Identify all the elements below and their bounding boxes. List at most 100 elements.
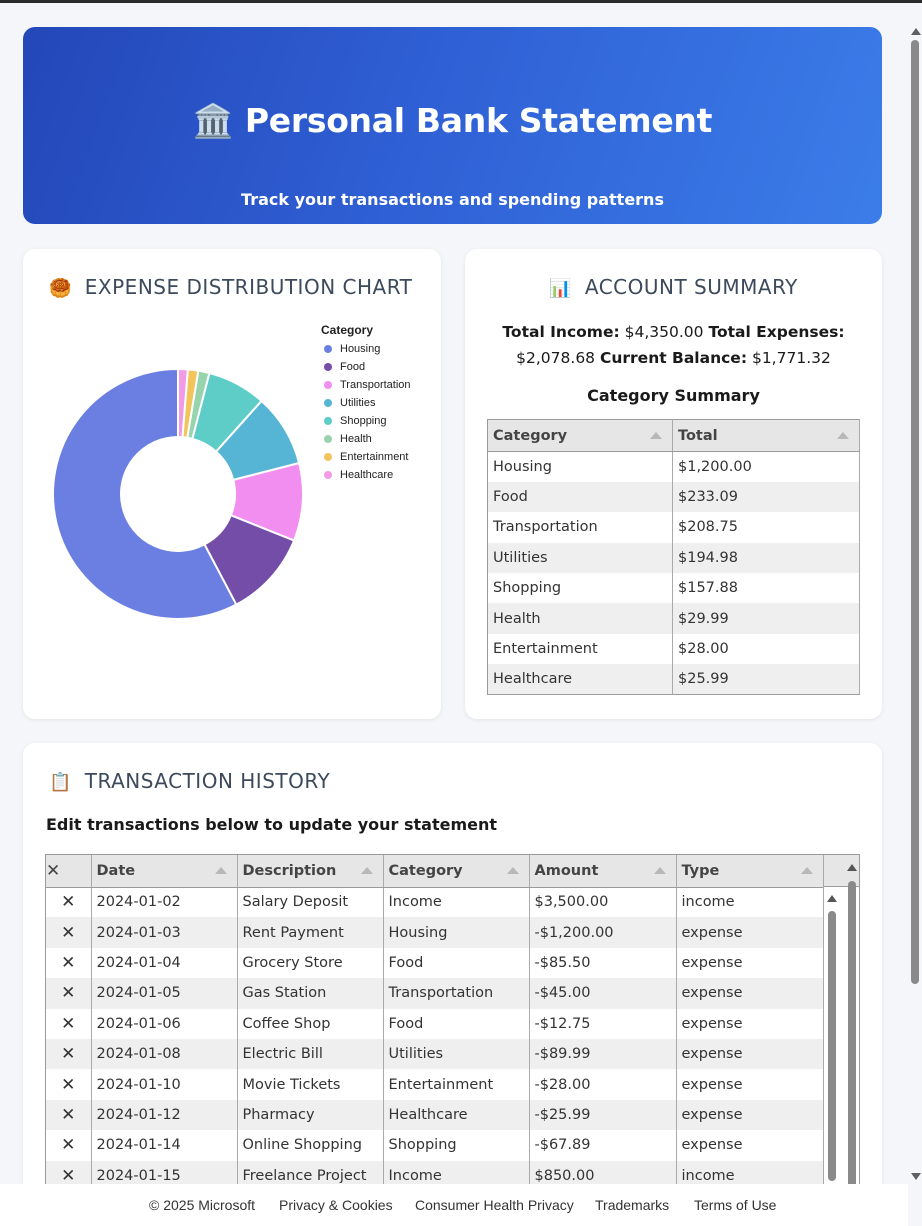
delete-row-icon[interactable]: ✕ xyxy=(46,887,92,918)
description-cell[interactable]: Movie Tickets xyxy=(237,1069,384,1100)
summary-total-cell: $1,200.00 xyxy=(672,451,860,482)
delete-row-icon[interactable]: ✕ xyxy=(46,947,92,979)
category-cell[interactable]: Utilities xyxy=(383,1038,530,1070)
delete-row-icon[interactable]: ✕ xyxy=(46,917,92,948)
sort-arrow-icon[interactable] xyxy=(800,867,813,874)
date-cell[interactable]: 2024-01-12 xyxy=(91,1099,238,1131)
legend-item[interactable]: Transportation xyxy=(321,376,411,394)
current-balance-value: $1,771.32 xyxy=(751,349,831,367)
type-cell[interactable]: expense xyxy=(676,1099,824,1131)
column-header-category[interactable]: Category xyxy=(383,855,530,888)
legend-label: Transportation xyxy=(340,379,411,391)
summary-total-cell: $208.75 xyxy=(672,512,860,543)
scroll-up-arrow-icon[interactable] xyxy=(847,864,857,871)
date-cell[interactable]: 2024-01-14 xyxy=(91,1130,238,1161)
legend-item[interactable]: Entertainment xyxy=(321,448,411,466)
legend-item[interactable]: Healthcare xyxy=(321,466,411,484)
sort-arrow-icon[interactable] xyxy=(214,867,227,874)
type-cell[interactable]: expense xyxy=(676,1069,824,1100)
date-cell[interactable]: 2024-01-06 xyxy=(91,1008,238,1039)
chart-card-title: 🥮 EXPENSE DISTRIBUTION CHART xyxy=(49,275,413,299)
type-cell[interactable]: expense xyxy=(676,978,824,1009)
sort-arrow-icon[interactable] xyxy=(360,867,373,874)
sort-arrow-icon[interactable] xyxy=(506,867,519,874)
type-cell[interactable]: expense xyxy=(676,947,824,979)
date-cell[interactable]: 2024-01-08 xyxy=(91,1038,238,1070)
summary-card-title: 📊 ACCOUNT SUMMARY xyxy=(549,275,798,299)
legend-item[interactable]: Health xyxy=(321,430,411,448)
date-cell[interactable]: 2024-01-02 xyxy=(91,887,238,918)
amount-cell[interactable]: -$89.99 xyxy=(529,1038,677,1070)
description-cell[interactable]: Pharmacy xyxy=(237,1099,384,1131)
footer-link-privacy[interactable]: Privacy & Cookies xyxy=(279,1197,393,1213)
legend-item[interactable]: Utilities xyxy=(321,394,411,412)
column-header-total[interactable]: Total xyxy=(672,419,860,452)
date-cell[interactable]: 2024-01-03 xyxy=(91,917,238,948)
category-cell[interactable]: Income xyxy=(383,887,530,918)
scroll-up-arrow-icon[interactable] xyxy=(911,28,921,35)
table-scroll-area xyxy=(823,855,859,1193)
amount-cell[interactable]: -$1,200.00 xyxy=(529,917,677,948)
date-cell[interactable]: 2024-01-04 xyxy=(91,947,238,979)
legend-swatch xyxy=(324,345,332,353)
sort-arrow-icon[interactable] xyxy=(650,432,662,439)
description-cell[interactable]: Coffee Shop xyxy=(237,1008,384,1039)
description-cell[interactable]: Salary Deposit xyxy=(237,887,384,918)
date-cell[interactable]: 2024-01-05 xyxy=(91,978,238,1009)
table-inner-scrollbar[interactable] xyxy=(826,855,838,1193)
amount-cell[interactable]: -$45.00 xyxy=(529,978,677,1009)
table-outer-scrollbar[interactable] xyxy=(846,855,858,1193)
category-cell[interactable]: Food xyxy=(383,1008,530,1039)
category-cell[interactable]: Transportation xyxy=(383,978,530,1009)
legend-item[interactable]: Housing xyxy=(321,340,411,358)
column-header-category[interactable]: Category xyxy=(487,419,673,452)
delete-row-icon[interactable]: ✕ xyxy=(46,1069,92,1100)
amount-cell[interactable]: $3,500.00 xyxy=(529,887,677,918)
amount-cell[interactable]: -$67.89 xyxy=(529,1130,677,1161)
column-header-date[interactable]: Date xyxy=(91,855,238,888)
description-cell[interactable]: Online Shopping xyxy=(237,1130,384,1161)
column-header-amount[interactable]: Amount xyxy=(529,855,677,888)
type-cell[interactable]: expense xyxy=(676,1008,824,1039)
description-cell[interactable]: Grocery Store xyxy=(237,947,384,979)
category-cell[interactable]: Housing xyxy=(383,917,530,948)
delete-row-icon[interactable]: ✕ xyxy=(46,1130,92,1161)
delete-row-icon[interactable]: ✕ xyxy=(46,1038,92,1070)
legend-item[interactable]: Food xyxy=(321,358,411,376)
delete-row-icon[interactable]: ✕ xyxy=(46,978,92,1009)
scroll-down-arrow-icon[interactable] xyxy=(911,1173,921,1180)
footer-link-health-privacy[interactable]: Consumer Health Privacy xyxy=(415,1197,574,1213)
footer-link-trademarks[interactable]: Trademarks xyxy=(595,1197,669,1213)
category-cell[interactable]: Healthcare xyxy=(383,1099,530,1131)
page-scrollbar[interactable] xyxy=(908,28,922,1180)
type-cell[interactable]: expense xyxy=(676,917,824,948)
column-header-description[interactable]: Description xyxy=(237,855,384,888)
sort-arrow-icon[interactable] xyxy=(653,867,666,874)
delete-row-icon[interactable]: ✕ xyxy=(46,1008,92,1039)
amount-cell[interactable]: -$25.99 xyxy=(529,1099,677,1131)
description-cell[interactable]: Electric Bill xyxy=(237,1038,384,1070)
type-cell[interactable]: income xyxy=(676,887,824,918)
date-cell[interactable]: 2024-01-10 xyxy=(91,1069,238,1100)
description-cell[interactable]: Rent Payment xyxy=(237,917,384,948)
description-cell[interactable]: Gas Station xyxy=(237,978,384,1009)
footer-link-terms[interactable]: Terms of Use xyxy=(694,1197,776,1213)
sort-arrow-icon[interactable] xyxy=(837,432,849,439)
category-cell[interactable]: Shopping xyxy=(383,1130,530,1161)
amount-cell[interactable]: -$85.50 xyxy=(529,947,677,979)
amount-cell[interactable]: -$28.00 xyxy=(529,1069,677,1100)
table-outer-scroll-thumb[interactable] xyxy=(848,881,856,1191)
category-cell[interactable]: Food xyxy=(383,947,530,979)
scroll-up-arrow-icon[interactable] xyxy=(827,895,837,902)
amount-cell[interactable]: -$12.75 xyxy=(529,1008,677,1039)
summary-row: Healthcare $25.99 xyxy=(487,664,860,695)
page-scroll-thumb[interactable] xyxy=(911,40,919,984)
type-cell[interactable]: expense xyxy=(676,1130,824,1161)
table-inner-scroll-thumb[interactable] xyxy=(828,911,836,1181)
category-cell[interactable]: Entertainment xyxy=(383,1069,530,1100)
legend-item[interactable]: Shopping xyxy=(321,412,411,430)
type-cell[interactable]: expense xyxy=(676,1038,824,1070)
legend-title: Category xyxy=(321,323,374,337)
delete-row-icon[interactable]: ✕ xyxy=(46,1099,92,1131)
column-header-type[interactable]: Type xyxy=(676,855,824,888)
